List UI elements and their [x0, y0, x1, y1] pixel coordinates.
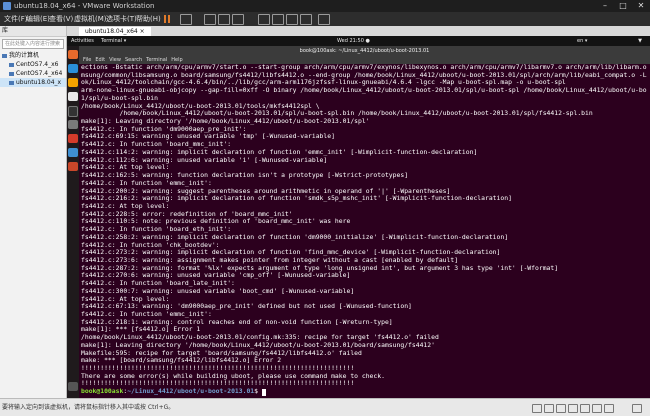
terminal-menu-file[interactable]: File — [83, 57, 91, 63]
menu-tabs[interactable]: 选项卡(T) — [106, 12, 137, 26]
terminal-menu-bar: File Edit View Search Terminal Help — [79, 56, 650, 64]
pause-icon-bar — [168, 15, 170, 23]
console-view-icon[interactable] — [286, 14, 298, 25]
fullscreen-icon[interactable] — [300, 14, 312, 25]
vmware-status-bar: 要将输入定向到该虚拟机，请将鼠标指针移入其中或按 Ctrl+G。 — [0, 398, 650, 416]
terminal-menu-search[interactable]: Search — [125, 57, 142, 63]
terminal-prompt-line[interactable]: book@100ask:~/Linux_4412/uboot/u-boot-20… — [81, 387, 647, 396]
maximize-button[interactable]: □ — [614, 0, 632, 12]
thumbnail-icon[interactable] — [272, 14, 284, 25]
terminal-menu-view[interactable]: View — [109, 57, 121, 63]
terminal-cursor — [261, 388, 266, 396]
amazon-icon[interactable] — [68, 162, 78, 171]
revert-snapshot-icon[interactable] — [218, 14, 230, 25]
terminal-menu-edit[interactable]: Edit — [95, 57, 105, 63]
vm-icon — [9, 80, 14, 85]
sound-icon[interactable] — [580, 404, 590, 413]
pause-icon[interactable] — [164, 15, 166, 23]
menu-file[interactable]: 文件(F) — [4, 12, 28, 26]
files-icon[interactable] — [68, 78, 78, 87]
library-panel: 库 在此处键入内容进行搜索 我的计算机 CentOS7.4_x6 CentOS7… — [0, 26, 67, 398]
prompt-user: book@100ask — [81, 387, 124, 396]
status-text: 要将输入定向到该虚拟机，请将鼠标指针移入其中或按 Ctrl+G。 — [2, 404, 175, 411]
cd-drive-icon[interactable] — [544, 404, 554, 413]
vmware-logo-icon — [3, 2, 11, 10]
library-item-centos-1[interactable]: CentOS7.4_x6 — [0, 60, 66, 69]
terminal-output[interactable]: ections -Bstatic arch/arm/cpu/armv7/star… — [81, 64, 647, 398]
ubuntu-dock — [67, 46, 79, 398]
computer-icon — [2, 53, 7, 58]
activities-button[interactable]: Activities — [71, 36, 94, 46]
menu-help[interactable]: 帮助(H) — [136, 12, 161, 26]
library-item-centos-2[interactable]: CentOS7.4_x64 — [0, 69, 66, 78]
hard-disk-icon[interactable] — [532, 404, 542, 413]
firefox-icon[interactable] — [68, 50, 78, 59]
software-icon[interactable] — [68, 134, 78, 143]
terminal-window[interactable]: book@100ask: ~/Linux_4412/uboot/u-boot-2… — [79, 46, 650, 398]
vmware-title-bar: ubuntu18.04_x64 - VMware Workstation – □… — [0, 0, 650, 12]
library-item-my-computer[interactable]: 我的计算机 — [0, 51, 66, 60]
network-icon[interactable] — [556, 404, 566, 413]
terminal-line: arm-none-linux-gnueabi-objcopy --gap-fil… — [81, 86, 647, 95]
minimize-button[interactable]: – — [596, 0, 614, 12]
thunderbird-icon[interactable] — [68, 64, 78, 73]
prompt-cwd: ~/Linux_4412/uboot/u-boot-2013.01 — [127, 387, 255, 396]
library-title: 库 — [0, 26, 66, 37]
libreoffice-writer-icon[interactable] — [68, 92, 78, 101]
help-icon[interactable] — [68, 148, 78, 157]
vm-tab-ubuntu[interactable]: ubuntu18.04_x64 × — [79, 27, 151, 36]
vm-icon — [9, 71, 14, 76]
language-indicator[interactable]: en ▾ — [577, 36, 587, 46]
system-menu-icon[interactable]: ▼ — [612, 36, 642, 46]
app-menu[interactable]: Terminal ▾ — [101, 36, 126, 46]
terminal-icon[interactable] — [68, 106, 78, 117]
window-title: ubuntu18.04_x64 - VMware Workstation — [14, 2, 155, 10]
text-editor-icon[interactable] — [68, 120, 78, 129]
terminal-title: book@100ask: ~/Linux_4412/uboot/u-boot-2… — [79, 46, 650, 56]
send-ctrl-alt-del-icon[interactable] — [180, 14, 192, 25]
vm-icon — [9, 62, 14, 67]
snapshot-icon[interactable] — [204, 14, 216, 25]
menu-edit[interactable]: 编辑(E) — [26, 12, 50, 26]
ubuntu-top-panel: Activities Terminal ▾ Wed 21:50 ● en ▾ ▼ — [67, 36, 650, 46]
library-search-input[interactable]: 在此处键入内容进行搜索 — [2, 39, 64, 49]
prompt-symbol: $ — [254, 387, 262, 396]
vm-tab-strip: ubuntu18.04_x64 × — [67, 26, 650, 36]
usb-icon[interactable] — [568, 404, 578, 413]
menu-view[interactable]: 查看(V) — [49, 12, 73, 26]
unity-icon[interactable] — [318, 14, 330, 25]
printer-icon[interactable] — [592, 404, 602, 413]
clock[interactable]: Wed 21:50 ● — [337, 36, 370, 46]
library-item-ubuntu[interactable]: ubuntu18.04_x — [0, 78, 66, 87]
display-icon[interactable] — [604, 404, 614, 413]
terminal-menu-terminal[interactable]: Terminal — [146, 57, 167, 63]
message-log-icon[interactable] — [632, 404, 642, 413]
terminal-menu-help[interactable]: Help — [171, 57, 182, 63]
menu-vm[interactable]: 虚拟机(M) — [74, 12, 107, 26]
manage-snapshots-icon[interactable] — [232, 14, 244, 25]
show-applications-icon[interactable] — [68, 382, 78, 391]
show-library-icon[interactable] — [258, 14, 270, 25]
close-button[interactable]: ✕ — [632, 0, 650, 12]
